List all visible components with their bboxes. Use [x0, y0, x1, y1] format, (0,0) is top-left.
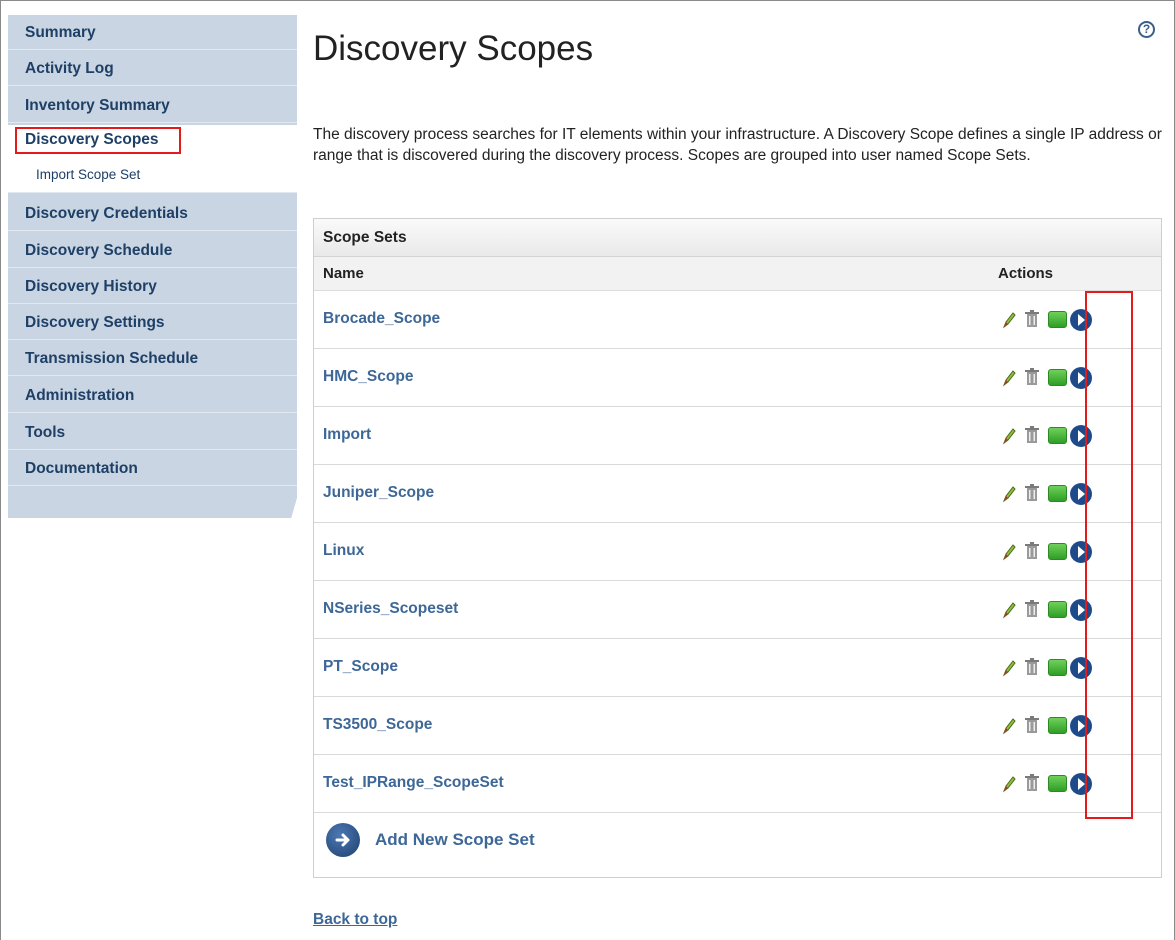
scope-set-name-link[interactable]: PT_Scope [323, 658, 398, 676]
green-square-icon[interactable] [1048, 601, 1067, 618]
green-square-icon[interactable] [1048, 717, 1067, 734]
scope-set-name-link[interactable]: Test_IPRange_ScopeSet [323, 774, 504, 792]
pencil-edit-icon[interactable] [1002, 369, 1016, 387]
pencil-edit-icon[interactable] [1002, 601, 1016, 619]
intro-text: The discovery process searches for IT el… [313, 126, 1162, 164]
pencil-edit-icon[interactable] [1002, 717, 1016, 735]
green-square-icon[interactable] [1048, 543, 1067, 560]
table-row: Test_IPRange_ScopeSet [314, 755, 1161, 813]
sidebar-item-summary[interactable]: Summary [8, 15, 297, 50]
pencil-edit-icon[interactable] [1002, 543, 1016, 561]
table-row: Linux [314, 523, 1161, 581]
sidebar-item-tools[interactable]: Tools [8, 415, 297, 450]
sidebar-item-administration[interactable]: Administration [8, 378, 297, 413]
trash-delete-icon[interactable] [1024, 600, 1040, 618]
back-to-top-link[interactable]: Back to top [313, 911, 397, 929]
sidebar-item-discovery-history[interactable]: Discovery History [8, 269, 297, 304]
sidebar-nav: Summary Activity Log Inventory Summary D… [8, 15, 297, 518]
trash-delete-icon[interactable] [1024, 774, 1040, 792]
window-border-left [0, 0, 1, 940]
green-square-icon[interactable] [1048, 775, 1067, 792]
add-scope-set-row: Add New Scope Set [314, 813, 1161, 873]
sidebar-item-import-scope-set[interactable]: Import Scope Set [8, 160, 297, 193]
sidebar-item-discovery-scopes[interactable]: Discovery Scopes [8, 125, 297, 160]
scope-set-name-link[interactable]: Brocade_Scope [323, 310, 440, 328]
table-header-row: Name Actions [314, 257, 1161, 291]
green-square-icon[interactable] [1048, 659, 1067, 676]
pencil-edit-icon[interactable] [1002, 427, 1016, 445]
sidebar-item-discovery-schedule[interactable]: Discovery Schedule [8, 233, 297, 268]
scope-set-name-link[interactable]: Juniper_Scope [323, 484, 434, 502]
pencil-edit-icon[interactable] [1002, 775, 1016, 793]
table-row: Import [314, 407, 1161, 465]
sidebar-item-transmission-schedule[interactable]: Transmission Schedule [8, 341, 297, 376]
scope-set-name-link[interactable]: TS3500_Scope [323, 716, 432, 734]
table-row: Juniper_Scope [314, 465, 1161, 523]
pencil-edit-icon[interactable] [1002, 659, 1016, 677]
table-row: Brocade_Scope [314, 291, 1161, 349]
scope-set-name-link[interactable]: NSeries_Scopeset [323, 600, 458, 618]
trash-delete-icon[interactable] [1024, 484, 1040, 502]
panel-title: Scope Sets [314, 219, 1161, 257]
trash-delete-icon[interactable] [1024, 426, 1040, 444]
green-square-icon[interactable] [1048, 369, 1067, 386]
window-border-top [0, 0, 1175, 1]
page-title: Discovery Scopes [313, 29, 594, 68]
add-new-scope-set-link[interactable]: Add New Scope Set [375, 830, 535, 850]
pencil-edit-icon[interactable] [1002, 485, 1016, 503]
sidebar-item-activity-log[interactable]: Activity Log [8, 51, 297, 86]
help-question-icon[interactable]: ? [1138, 21, 1155, 38]
table-row: HMC_Scope [314, 349, 1161, 407]
green-square-icon[interactable] [1048, 311, 1067, 328]
sidebar-item-label: Discovery Scopes [25, 131, 159, 148]
table-row: PT_Scope [314, 639, 1161, 697]
scope-set-name-link[interactable]: HMC_Scope [323, 368, 413, 386]
green-square-icon[interactable] [1048, 485, 1067, 502]
sidebar-item-documentation[interactable]: Documentation [8, 451, 297, 486]
actions-column-highlight [1085, 291, 1133, 819]
trash-delete-icon[interactable] [1024, 368, 1040, 386]
pencil-edit-icon[interactable] [1002, 311, 1016, 329]
scope-sets-panel: Scope Sets Name Actions Brocade_Scope HMC… [313, 218, 1162, 878]
sidebar-item-discovery-credentials[interactable]: Discovery Credentials [8, 196, 297, 231]
add-arrow-icon[interactable] [326, 823, 360, 857]
table-row: TS3500_Scope [314, 697, 1161, 755]
column-header-name: Name [323, 265, 364, 282]
scope-set-name-link[interactable]: Import [323, 426, 371, 444]
scope-set-name-link[interactable]: Linux [323, 542, 364, 560]
trash-delete-icon[interactable] [1024, 310, 1040, 328]
sidebar-item-discovery-settings[interactable]: Discovery Settings [8, 305, 297, 340]
trash-delete-icon[interactable] [1024, 658, 1040, 676]
trash-delete-icon[interactable] [1024, 542, 1040, 560]
trash-delete-icon[interactable] [1024, 716, 1040, 734]
table-row: NSeries_Scopeset [314, 581, 1161, 639]
column-header-actions: Actions [998, 265, 1054, 282]
sidebar-item-inventory-summary[interactable]: Inventory Summary [8, 88, 297, 123]
green-square-icon[interactable] [1048, 427, 1067, 444]
